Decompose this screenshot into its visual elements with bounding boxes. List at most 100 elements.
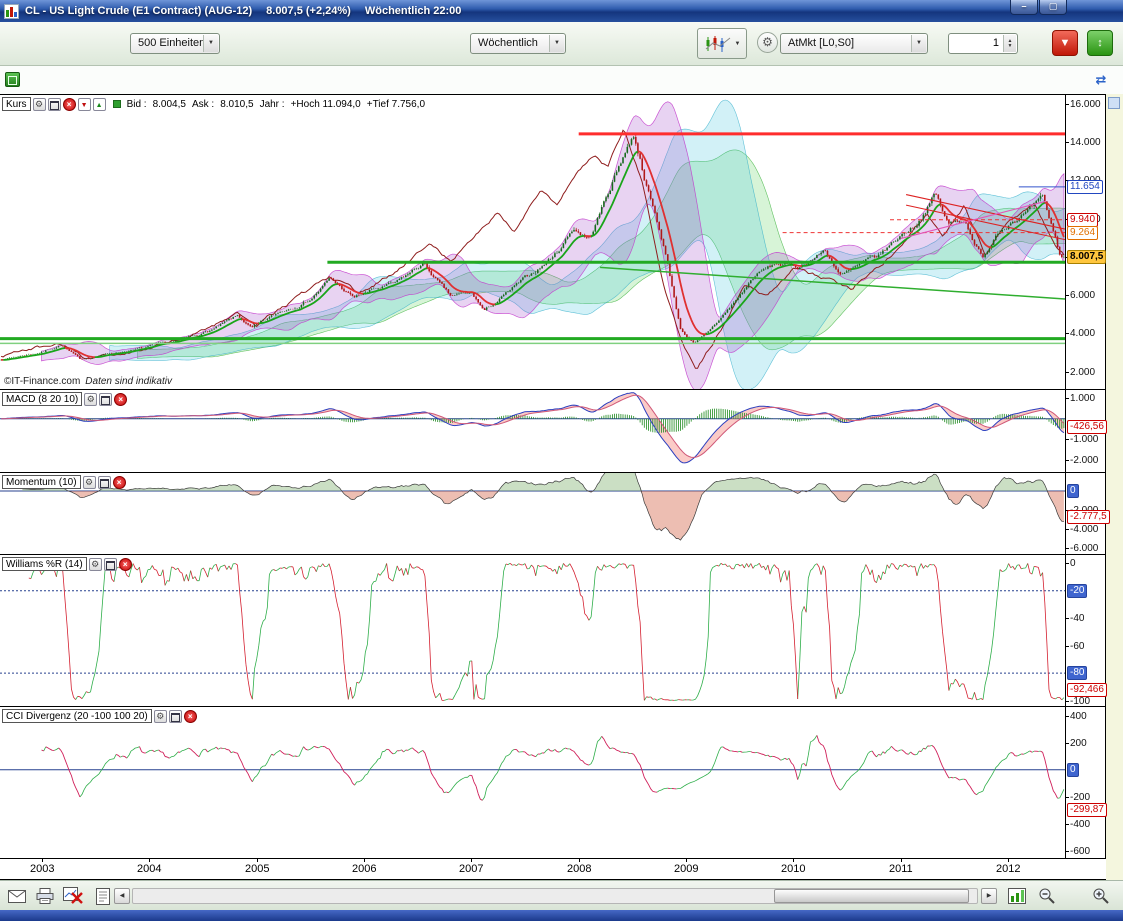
chart-tools-button[interactable] xyxy=(1006,885,1028,907)
x-axis-year-label: 2003 xyxy=(30,863,54,875)
window-icon[interactable] xyxy=(99,393,112,406)
detach-window-icon[interactable]: ⇄ xyxy=(1091,70,1111,90)
axis-value-tag[interactable]: -2.777,5 xyxy=(1067,510,1110,524)
x-axis-tickmark xyxy=(364,859,365,862)
x-axis-year-label: 2005 xyxy=(245,863,269,875)
wrench-icon[interactable]: ⚙ xyxy=(84,393,97,406)
scroll-left-button[interactable]: ◀ xyxy=(114,888,130,904)
axis-value-tag[interactable]: 9.264 xyxy=(1067,226,1098,240)
minimize-button[interactable]: – xyxy=(1010,0,1038,15)
zoom-out-button[interactable] xyxy=(1036,885,1058,907)
williams-panel-label: Williams %R (14) xyxy=(2,557,87,571)
axis-value-tag[interactable]: -92,466 xyxy=(1067,683,1107,697)
window-icon[interactable] xyxy=(98,476,111,489)
chevron-down-icon[interactable]: ▼ xyxy=(203,35,218,52)
window-icon[interactable] xyxy=(104,558,117,571)
new-chart-icon[interactable] xyxy=(5,72,20,87)
cci-chart-plot[interactable] xyxy=(0,707,1065,858)
axis-tick-label: -1.000 xyxy=(1070,434,1098,445)
axis-tick-label: 16.000 xyxy=(1070,99,1101,110)
window-icon[interactable] xyxy=(48,98,61,111)
zoom-in-button[interactable] xyxy=(1090,885,1112,907)
x-axis-tickmark xyxy=(686,859,687,862)
email-button[interactable] xyxy=(6,885,28,907)
axis-tickmark xyxy=(1066,295,1069,296)
units-dropdown[interactable]: 500 Einheiten ▼ xyxy=(130,33,220,54)
collapse-panel-icon[interactable] xyxy=(1108,97,1120,109)
window-icon[interactable] xyxy=(169,710,182,723)
buy-arrow-icon[interactable]: ▲ xyxy=(93,98,106,111)
price-chart-plot[interactable] xyxy=(0,95,1065,389)
close-icon[interactable]: × xyxy=(113,476,126,489)
zoom-in-icon xyxy=(1092,887,1110,905)
axis-value-tag[interactable]: -426,56 xyxy=(1067,420,1107,434)
chart-type-icon xyxy=(704,34,732,54)
units-dropdown-value: 500 Einheiten xyxy=(138,37,205,49)
wrench-icon[interactable]: ⚙ xyxy=(33,98,46,111)
print-button[interactable] xyxy=(34,885,56,907)
order-type-value: AtMkt [L0,S0] xyxy=(788,37,854,49)
x-axis-year-label: 2006 xyxy=(352,863,376,875)
macd-chart-plot[interactable] xyxy=(0,390,1065,472)
price-panel-header: Kurs ⚙ × ▼ ▲ Bid : 8.004,5 Ask : 8.010,5… xyxy=(2,97,425,111)
window-titlebar[interactable]: CL - US Light Crude (E1 Contract) (AUG-1… xyxy=(0,0,1123,22)
cci-axis: 400200-200-400-6000-299,87 xyxy=(1065,706,1106,858)
quantity-stepper[interactable]: 1 ▲ ▼ xyxy=(948,33,1018,54)
window-title: CL - US Light Crude (E1 Contract) (AUG-1… xyxy=(25,5,252,17)
axis-tickmark xyxy=(1066,618,1069,619)
close-icon[interactable]: × xyxy=(114,393,127,406)
timeframe-dropdown[interactable]: Wöchentlich ▼ xyxy=(470,33,566,54)
chart-horizontal-scrollbar[interactable] xyxy=(132,888,978,904)
axis-tick-label: 1.000 xyxy=(1070,393,1095,404)
x-axis-tickmark xyxy=(149,859,150,862)
axis-value-tag[interactable]: 0 xyxy=(1067,484,1079,498)
report-button[interactable] xyxy=(92,885,114,907)
sell-arrow-icon[interactable]: ▼ xyxy=(78,98,91,111)
axis-tickmark xyxy=(1066,716,1069,717)
axis-value-tag[interactable]: 11.654 xyxy=(1067,180,1103,194)
axis-value-tag[interactable]: -299,87 xyxy=(1067,803,1107,817)
watermark-note: Daten sind indikativ xyxy=(85,376,172,387)
delete-chart-button[interactable] xyxy=(62,885,84,907)
axis-tick-label: 0 xyxy=(1070,558,1076,569)
wrench-icon[interactable]: ⚙ xyxy=(83,476,96,489)
chevron-down-icon[interactable]: ▼ xyxy=(549,35,564,52)
watermark-source: ©IT-Finance.com xyxy=(4,376,80,387)
axis-value-tag[interactable]: 9.940 xyxy=(1067,213,1098,227)
close-icon[interactable]: × xyxy=(63,98,76,111)
spin-down-icon[interactable]: ▼ xyxy=(1008,44,1013,49)
axis-value-tag[interactable]: -20 xyxy=(1067,584,1087,598)
close-icon[interactable]: × xyxy=(119,558,132,571)
williams-chart-plot[interactable] xyxy=(0,555,1065,706)
bid-value: 8.004,5 xyxy=(153,99,186,110)
sell-order-button[interactable]: ▼ xyxy=(1052,30,1078,56)
chart-area: Kurs ⚙ × ▼ ▲ Bid : 8.004,5 Ask : 8.010,5… xyxy=(0,94,1106,880)
axis-tickmark xyxy=(1066,646,1069,647)
wrench-icon[interactable]: ⚙ xyxy=(154,710,167,723)
wrench-icon: ⚙ xyxy=(762,35,773,49)
scrollbar-thumb[interactable] xyxy=(774,889,968,903)
wrench-icon[interactable]: ⚙ xyxy=(89,558,102,571)
order-type-dropdown[interactable]: AtMkt [L0,S0] ▼ xyxy=(780,33,928,54)
axis-value-tag[interactable]: 8.007,5 xyxy=(1067,250,1106,264)
scroll-right-button[interactable]: ▶ xyxy=(981,888,997,904)
axis-tick-label: -600 xyxy=(1070,846,1090,857)
axis-tickmark xyxy=(1066,333,1069,334)
cci-panel: CCI Divergenz (20 -100 100 20) ⚙ × xyxy=(0,706,1065,858)
buy-order-button[interactable]: ↕ xyxy=(1087,30,1113,56)
maximize-button[interactable]: ▢ xyxy=(1039,0,1067,15)
close-icon[interactable]: × xyxy=(184,710,197,723)
settings-wrench-button[interactable]: ⚙ xyxy=(757,32,778,53)
axis-tick-label: 400 xyxy=(1070,711,1087,722)
price-panel: Kurs ⚙ × ▼ ▲ Bid : 8.004,5 Ask : 8.010,5… xyxy=(0,94,1065,389)
price-panel-label: Kurs xyxy=(2,97,31,111)
axis-value-tag[interactable]: -80 xyxy=(1067,666,1087,680)
axis-tickmark xyxy=(1066,548,1069,549)
x-axis-year-label: 2008 xyxy=(567,863,591,875)
momentum-chart-plot[interactable] xyxy=(0,473,1065,554)
axis-value-tag[interactable]: 0 xyxy=(1067,763,1079,777)
x-axis-year-label: 2009 xyxy=(674,863,698,875)
x-axis-year-label: 2012 xyxy=(996,863,1020,875)
chart-type-button[interactable]: ▼ xyxy=(697,28,747,59)
chevron-down-icon[interactable]: ▼ xyxy=(911,35,926,52)
